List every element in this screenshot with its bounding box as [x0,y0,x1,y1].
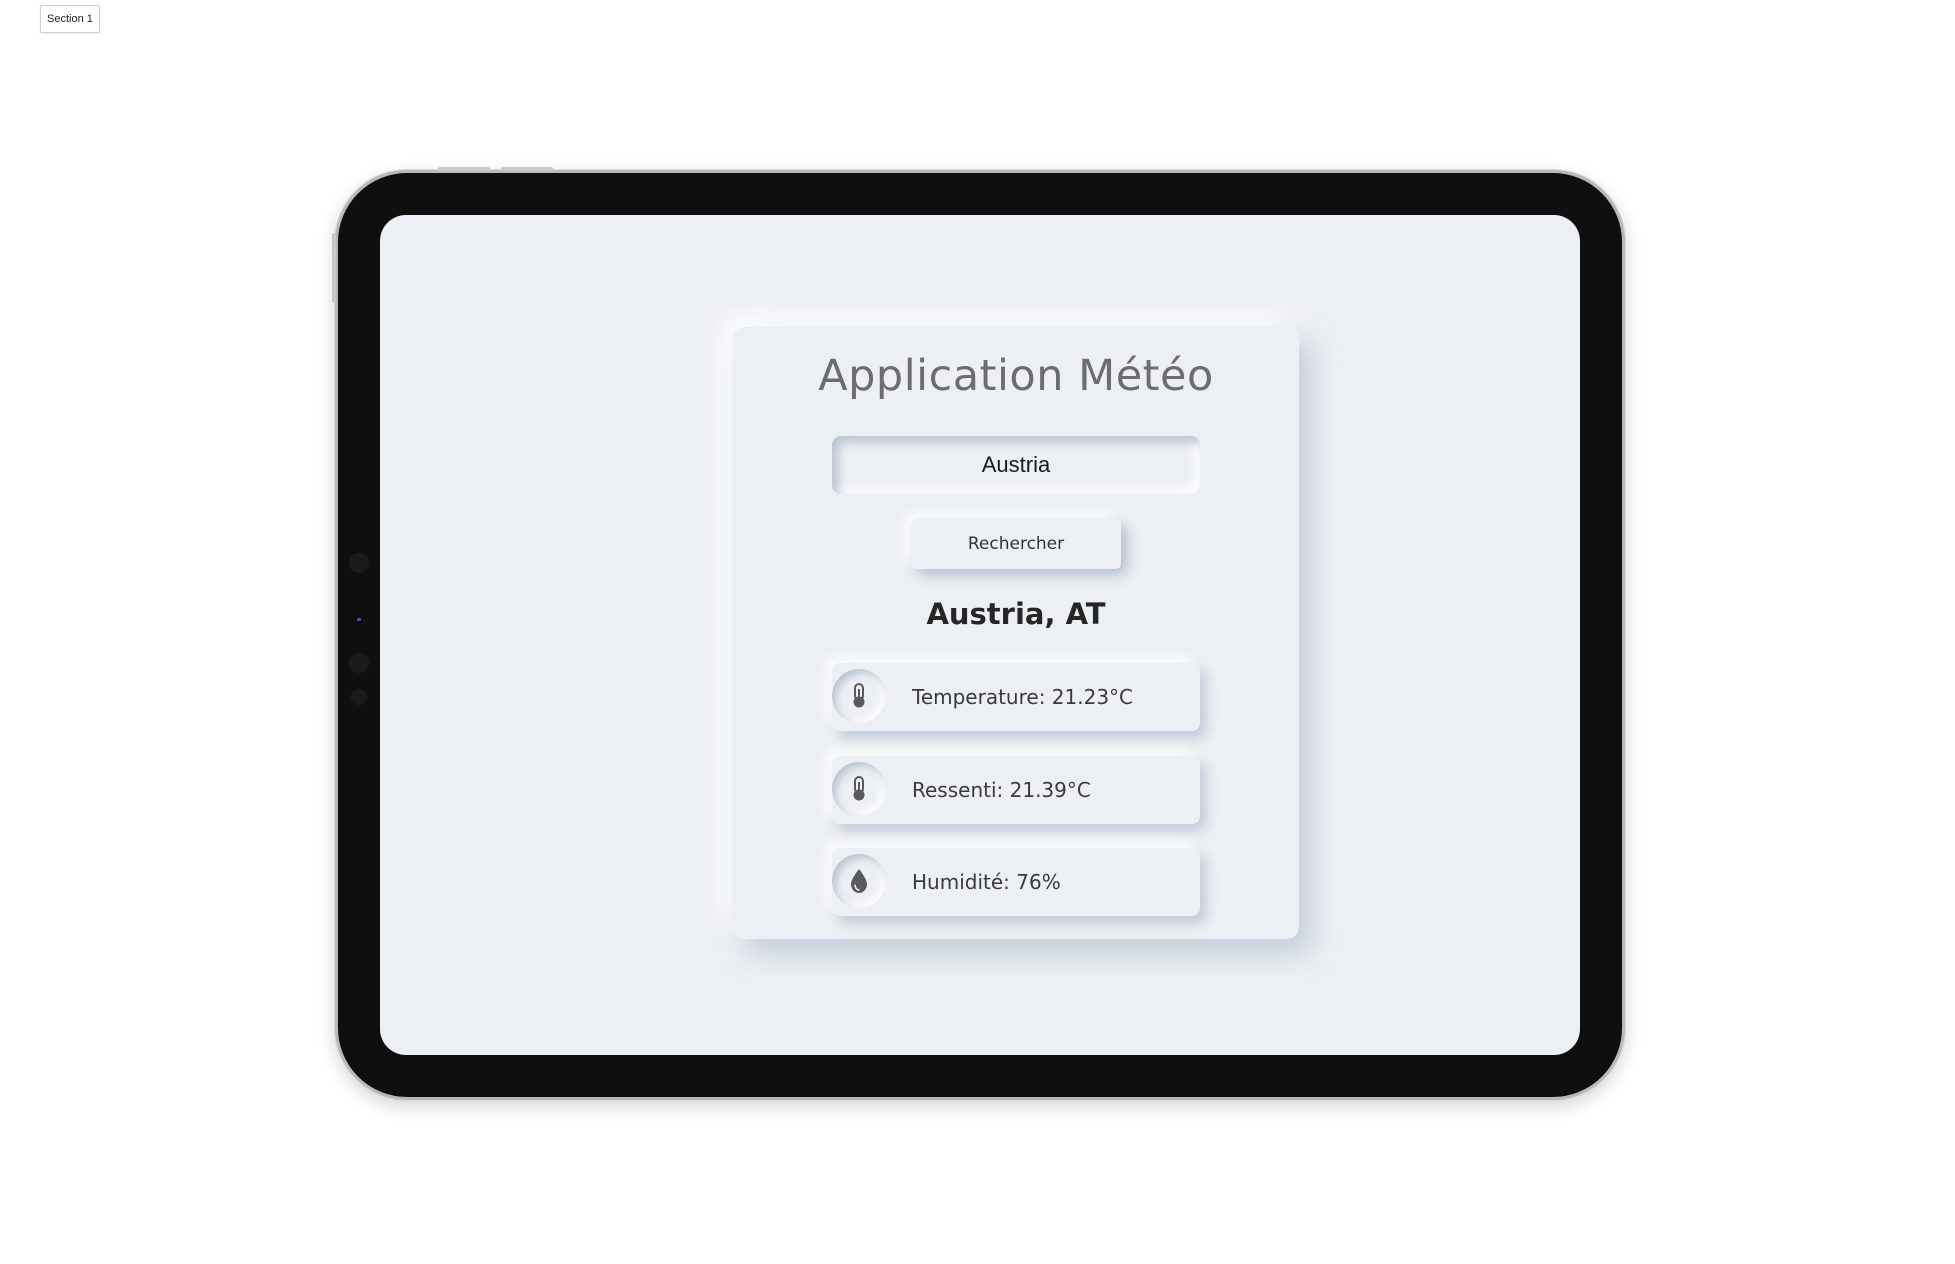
humidity-label: Humidité: 76% [912,870,1061,894]
section-tag[interactable]: Section 1 [40,5,100,33]
tablet-screen: Application Météo Rechercher Austria, AT… [380,215,1580,1055]
volume-up-button [438,167,490,171]
city-search-input[interactable] [832,436,1200,494]
light-sensor [351,689,367,705]
temperature-stat: Temperature: 21.23°C [832,663,1200,731]
weather-card: Application Météo Rechercher Austria, AT… [733,327,1299,939]
temperature-label: Temperature: 21.23°C [912,685,1134,709]
camera-lens [349,653,369,673]
camera-sensor [349,553,369,573]
thermometer-icon [832,669,886,723]
search-button[interactable]: Rechercher [911,519,1121,569]
tablet-device-frame: Application Météo Rechercher Austria, AT… [332,167,1625,1100]
power-button [332,233,336,303]
location-heading: Austria, AT [926,597,1106,631]
camera-indicator [357,618,361,621]
water-drop-icon [832,854,886,908]
humidity-stat: Humidité: 76% [832,848,1200,916]
app-title: Application Météo [818,351,1214,401]
thermometer-icon [832,762,886,816]
feels-like-label: Ressenti: 21.39°C [912,778,1091,802]
feels-like-stat: Ressenti: 21.39°C [832,756,1200,824]
volume-down-button [501,167,553,171]
